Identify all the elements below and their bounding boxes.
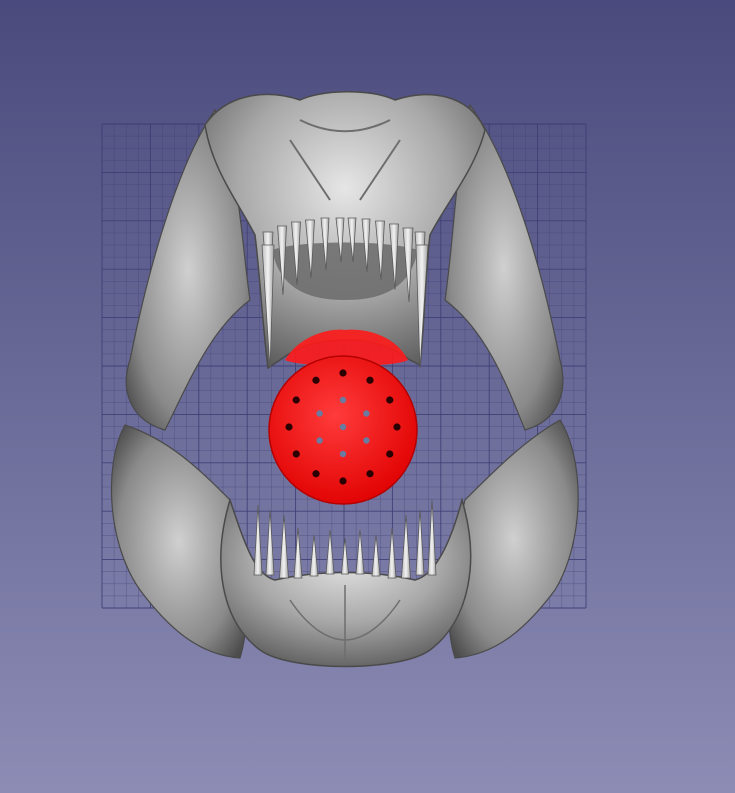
lower-tooth xyxy=(265,509,275,576)
lower-tooth xyxy=(401,514,411,579)
disc-hole xyxy=(312,470,320,478)
filter-disc-icon[interactable] xyxy=(268,329,418,505)
disc-hole xyxy=(363,437,370,444)
disc-hole xyxy=(366,470,374,478)
disc-hole xyxy=(285,423,293,431)
disc-hole xyxy=(393,423,401,431)
disc-hole xyxy=(292,396,300,404)
disc-hole xyxy=(339,369,347,377)
lower-tooth xyxy=(325,529,335,575)
disc-hole xyxy=(292,450,300,458)
lower-tooth xyxy=(355,529,365,575)
lower-tooth xyxy=(341,537,349,575)
disc-hole xyxy=(386,396,394,404)
disc-hole xyxy=(386,450,394,458)
disc-hole xyxy=(339,423,347,431)
scene[interactable] xyxy=(0,0,735,793)
disc-hole xyxy=(363,410,370,417)
lower-tooth xyxy=(371,534,381,577)
3d-viewport[interactable] xyxy=(0,0,735,793)
disc-hole xyxy=(339,450,347,458)
disc-hole xyxy=(316,410,323,417)
disc-hole xyxy=(339,396,347,404)
lower-tooth xyxy=(253,504,263,576)
lower-tooth xyxy=(309,534,319,577)
lower-tooth xyxy=(279,514,289,579)
disc-hole xyxy=(339,477,347,485)
lower-tooth xyxy=(415,509,425,576)
disc-hole xyxy=(316,437,323,444)
disc-hole xyxy=(366,376,374,384)
lower-teeth xyxy=(253,499,437,579)
disc-hole xyxy=(312,376,320,384)
